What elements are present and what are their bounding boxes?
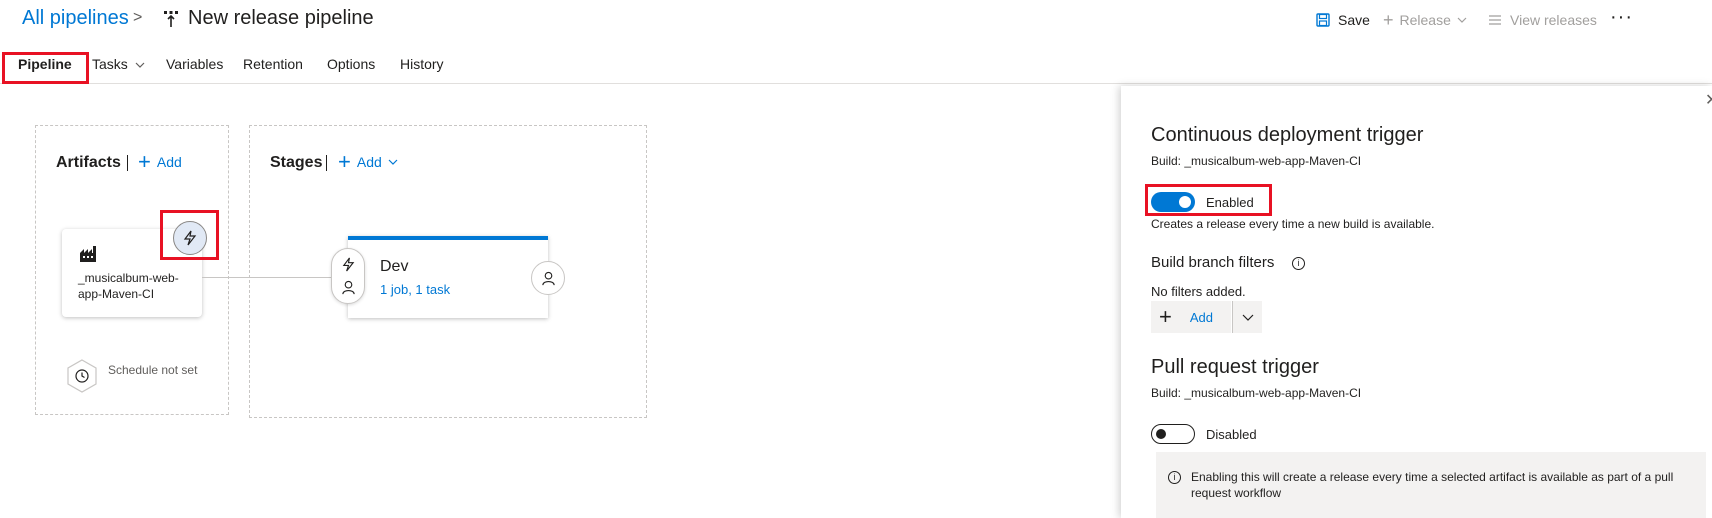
schedule-clock-icon[interactable] [66,359,98,393]
save-button[interactable]: Save [1316,12,1370,28]
add-filter-dropdown-button[interactable] [1232,301,1262,333]
stage-name[interactable]: Dev [380,258,408,276]
view-releases-label: View releases [1510,12,1597,28]
chevron-down-icon [135,62,145,69]
person-icon [342,280,355,295]
more-actions-button[interactable]: ··· [1610,6,1633,29]
info-icon: i [1168,471,1181,484]
tab-tasks-label: Tasks [92,56,128,72]
schedule-status: Schedule not set [108,363,198,377]
chevron-down-icon [1242,314,1253,321]
pr-trigger-state: Disabled [1206,427,1257,442]
artifact-name: _musicalbum-web-app-Maven-CI [78,271,179,301]
pr-trigger-title: Pull request trigger [1151,356,1319,378]
header-bar: All pipelines > New release pipeline Sav… [0,0,1712,40]
page-title: New release pipeline [188,7,374,29]
add-artifact-label: Add [156,154,182,170]
build-branch-filters-title: Build branch filters [1151,254,1275,271]
tab-variables[interactable]: Variables [166,56,223,72]
cd-trigger-build: Build: _musicalbum-web-app-Maven-CI [1151,154,1362,168]
tab-retention[interactable]: Retention [243,56,303,72]
artifacts-divider [127,155,128,171]
save-icon [1316,13,1330,27]
chevron-down-icon [388,159,398,165]
plus-icon: + [1159,304,1172,329]
stage-card-dev[interactable] [348,236,548,318]
add-stage-button[interactable]: + Add [338,149,398,174]
add-branch-filter-button[interactable]: + Add [1151,301,1231,333]
add-stage-label: Add [356,154,382,170]
chevron-down-icon [1457,17,1467,23]
trigger-highlight [160,210,219,260]
pipeline-tab-highlight [2,52,89,84]
build-factory-icon [80,246,96,262]
tab-options[interactable]: Options [327,56,375,72]
stage-summary-link[interactable]: 1 job, 1 task [380,282,450,297]
pr-trigger-build: Build: _musicalbum-web-app-Maven-CI [1151,386,1362,400]
info-icon[interactable]: i [1292,257,1305,270]
plus-icon: + [138,149,151,174]
artifacts-title: Artifacts [56,154,121,171]
filters-empty-text: No filters added. [1151,284,1246,299]
add-filter-label: Add [1189,309,1213,325]
tab-tasks[interactable]: Tasks [92,56,145,72]
plus-icon: + [1383,10,1394,30]
save-label: Save [1338,12,1370,28]
cd-trigger-help: Creates a release every time a new build… [1151,217,1435,231]
list-icon [1489,15,1501,25]
release-label: Release [1399,12,1451,28]
release-pipeline-icon [164,11,178,27]
breadcrumb-all-pipelines[interactable]: All pipelines [22,7,129,30]
view-releases-button[interactable]: View releases [1488,12,1597,28]
stages-divider [326,155,327,171]
pr-trigger-toggle[interactable] [1151,424,1195,444]
lightning-icon [342,257,355,272]
pre-deployment-conditions-button[interactable] [331,248,365,304]
enabled-toggle-highlight [1145,184,1272,216]
pipeline-tabs: Pipeline Tasks Variables Retention Optio… [0,52,1712,84]
toggle-knob [1156,429,1166,439]
person-icon [541,271,555,285]
cd-trigger-title: Continuous deployment trigger [1151,124,1424,146]
plus-icon: + [338,149,351,174]
release-button[interactable]: + Release [1383,10,1467,30]
add-artifact-button[interactable]: + Add [138,149,182,174]
breadcrumb-separator: > [133,9,143,26]
tab-history[interactable]: History [400,56,444,72]
close-icon[interactable]: ✕ [1705,90,1712,110]
stages-title: Stages [270,154,323,171]
post-deployment-conditions-button[interactable] [531,261,565,295]
pr-info-text: Enabling this will create a release ever… [1191,470,1674,500]
